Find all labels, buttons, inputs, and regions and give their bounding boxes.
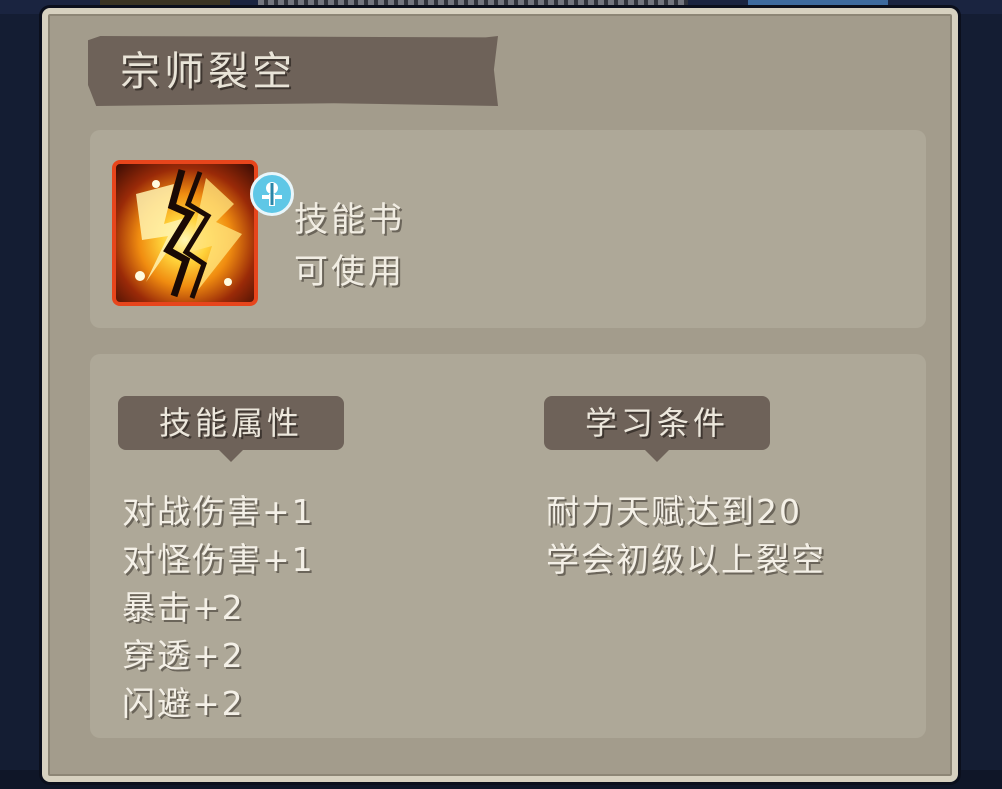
item-tooltip-dialog: 宗师裂空 技能书 可使用 技能属性 对战伤害+1 对怪伤害+1 暴击+2 穿透+… — [42, 8, 958, 782]
requirement-item: 学会初级以上裂空 — [546, 540, 826, 579]
attribute-item: 暴击+2 — [122, 588, 245, 627]
class-badge-icon — [250, 172, 294, 216]
background-text-blur — [258, 0, 688, 8]
lightning-crack-icon — [112, 160, 258, 306]
item-usable-status: 可使用 — [294, 252, 405, 292]
attribute-item: 穿透+2 — [122, 636, 245, 675]
learn-requirements-header: 学习条件 — [544, 396, 770, 462]
learn-requirements-list: 耐力天赋达到20 学会初级以上裂空 — [546, 488, 826, 584]
attribute-item: 对战伤害+1 — [122, 492, 315, 531]
skill-attributes-list: 对战伤害+1 对怪伤害+1 暴击+2 穿透+2 闪避+2 — [122, 488, 315, 728]
item-type-label: 技能书 — [294, 200, 405, 240]
attribute-item: 对怪伤害+1 — [122, 540, 315, 579]
skill-icon-graphic — [135, 169, 242, 299]
skill-attributes-header: 技能属性 — [118, 396, 344, 462]
requirement-item: 耐力天赋达到20 — [546, 492, 802, 531]
item-name: 宗师裂空 — [120, 49, 296, 95]
attribute-item: 闪避+2 — [122, 684, 245, 723]
